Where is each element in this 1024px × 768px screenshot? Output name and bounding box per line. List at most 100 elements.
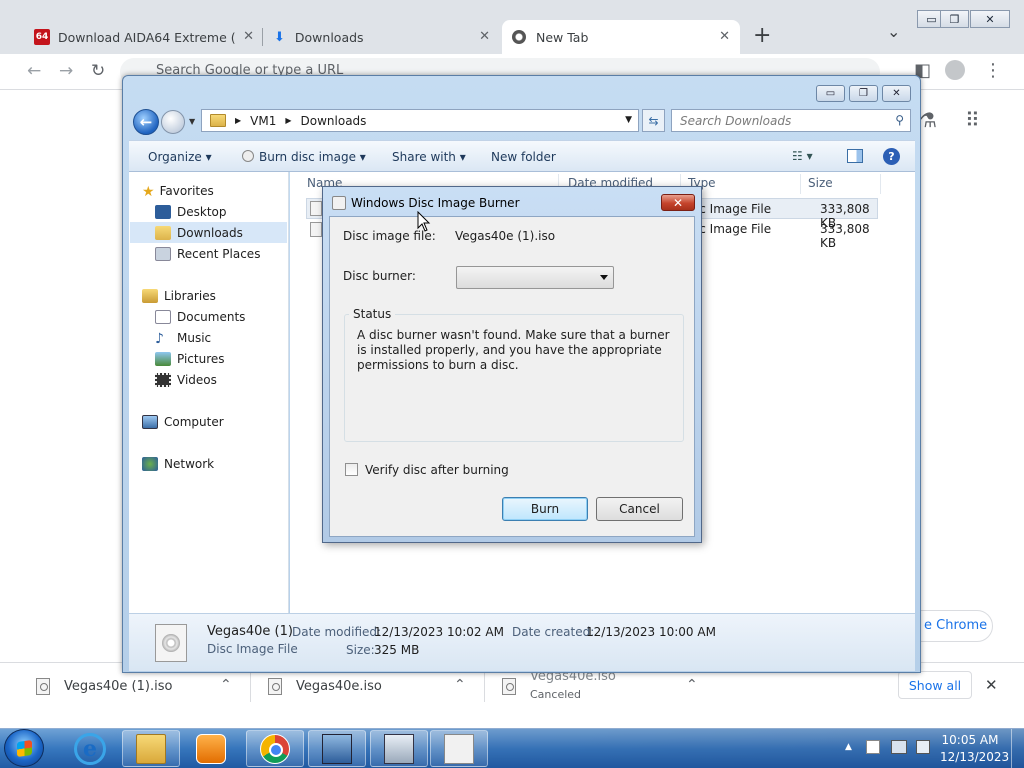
- action-center-flag-icon[interactable]: [866, 740, 880, 754]
- customize-label: e Chrome: [924, 618, 988, 633]
- dialog-close-button[interactable]: ✕: [661, 194, 695, 211]
- file-icon: [268, 677, 282, 695]
- media-player-icon[interactable]: [196, 734, 226, 764]
- show-hidden-icons-button[interactable]: ▲: [845, 742, 852, 752]
- clock-time[interactable]: 10:05 AM: [940, 733, 1000, 747]
- nav-recent-places[interactable]: Recent Places: [155, 243, 312, 264]
- organize-menu[interactable]: Organize ▾: [148, 150, 212, 164]
- profile-avatar[interactable]: [945, 60, 965, 80]
- forward-arrow-icon[interactable]: →: [59, 61, 73, 81]
- file-icon: [36, 677, 50, 695]
- close-downloads-bar-icon[interactable]: ✕: [985, 676, 998, 694]
- maximize-button[interactable]: ❐: [849, 85, 878, 102]
- file-type: sc Image File: [693, 202, 772, 216]
- burn-disc-image-menu[interactable]: Burn disc image ▾: [259, 150, 366, 164]
- refresh-icon: ⇆: [648, 113, 659, 128]
- detail-kind: Disc Image File: [207, 642, 298, 656]
- help-icon[interactable]: ?: [883, 148, 900, 165]
- chevron-up-icon[interactable]: ⌃: [454, 677, 466, 693]
- breadcrumb-vm1[interactable]: VM1: [250, 114, 276, 128]
- back-arrow-icon[interactable]: ←: [27, 61, 41, 81]
- nav-videos[interactable]: Videos: [155, 369, 312, 390]
- network-status-icon[interactable]: [891, 740, 907, 754]
- tab-title: New Tab: [536, 29, 589, 45]
- labs-flask-icon[interactable]: ⚗: [919, 108, 937, 132]
- apps-grid-icon[interactable]: ⠿: [965, 108, 980, 132]
- dropdown-arrow-icon: [600, 275, 608, 280]
- tab-downloads[interactable]: ⬇ Downloads ✕: [264, 20, 500, 54]
- view-options-icon[interactable]: ☷ ▾: [792, 149, 813, 163]
- nav-label: Favorites: [159, 183, 214, 198]
- detail-date-modified: 12/13/2023 10:02 AM: [374, 625, 504, 639]
- file-type: sc Image File: [693, 222, 772, 236]
- nav-label: Libraries: [164, 288, 216, 303]
- verify-disc-label[interactable]: Verify disc after burning: [365, 463, 509, 477]
- breadcrumb-separator-icon[interactable]: ▶: [235, 116, 241, 125]
- close-tab-icon[interactable]: ✕: [479, 29, 490, 44]
- computer-icon: [142, 414, 158, 429]
- start-button[interactable]: [4, 729, 44, 767]
- breadcrumb-separator-icon[interactable]: ▶: [285, 116, 291, 125]
- refresh-button[interactable]: ⇆: [642, 109, 665, 132]
- tab-new-tab[interactable]: New Tab ✕: [502, 20, 740, 54]
- recent-pages-chevron-icon[interactable]: ▼: [189, 117, 195, 126]
- disc-burner-dropdown[interactable]: [456, 266, 614, 289]
- tab-aida64[interactable]: 64 Download AIDA64 Extreme (beta ✕: [24, 20, 264, 54]
- close-window-button[interactable]: ✕: [970, 10, 1010, 28]
- file-size: 333,808 KB: [820, 222, 870, 250]
- chevron-up-icon[interactable]: ⌃: [686, 677, 698, 693]
- chevron-up-icon[interactable]: ⌃: [220, 677, 232, 693]
- close-button[interactable]: ✕: [882, 85, 911, 102]
- nav-downloads[interactable]: Downloads: [130, 222, 287, 243]
- cancel-button[interactable]: Cancel: [596, 497, 683, 521]
- nav-label: Documents: [177, 309, 246, 324]
- breadcrumb-downloads[interactable]: Downloads: [301, 114, 367, 128]
- music-note-icon: ♪: [155, 330, 164, 347]
- new-tab-button[interactable]: +: [753, 23, 771, 48]
- internet-explorer-icon[interactable]: e: [74, 733, 106, 765]
- show-all-button[interactable]: Show all: [898, 671, 972, 699]
- chrome-favicon-icon: [512, 30, 526, 44]
- tab-search-icon[interactable]: ⌄: [887, 22, 900, 41]
- burn-button[interactable]: Burn: [502, 497, 588, 521]
- aida64-favicon-icon: 64: [34, 29, 50, 45]
- new-folder-button[interactable]: New folder: [491, 150, 556, 164]
- detail-size: 325 MB: [374, 643, 420, 657]
- address-bar[interactable]: ▶ VM1 ▶ Downloads ▼: [201, 109, 639, 132]
- videos-icon: [155, 372, 171, 387]
- nav-desktop[interactable]: Desktop: [155, 201, 312, 222]
- reload-icon[interactable]: ↻: [91, 61, 105, 81]
- burn-button-label: Burn: [530, 502, 560, 516]
- share-with-menu[interactable]: Share with ▾: [392, 150, 466, 164]
- nav-music[interactable]: ♪ Music: [155, 327, 312, 348]
- search-input[interactable]: Search Downloads ⚲: [671, 109, 911, 132]
- column-divider: [800, 174, 801, 194]
- back-button[interactable]: ←: [133, 109, 159, 135]
- clock-date[interactable]: 12/13/2023: [940, 750, 1009, 764]
- column-size[interactable]: Size: [808, 176, 833, 190]
- nav-pictures[interactable]: Pictures: [155, 348, 312, 369]
- preview-pane-icon[interactable]: [847, 149, 863, 163]
- verify-disc-checkbox[interactable]: [345, 463, 358, 476]
- maximize-button[interactable]: ❐: [940, 10, 969, 28]
- forward-button[interactable]: [161, 110, 185, 134]
- menu-kebab-icon[interactable]: ⋮: [984, 60, 1002, 81]
- volume-muted-icon[interactable]: [916, 740, 930, 754]
- show-all-label: Show all: [908, 677, 962, 693]
- disc-burner-icon: [332, 196, 346, 210]
- chrome-icon: [260, 734, 290, 764]
- detail-filename: Vegas40e (1): [207, 624, 293, 639]
- show-desktop-button[interactable]: [1011, 729, 1024, 768]
- disc-image-burner-dialog: Windows Disc Image Burner ✕ Disc image f…: [322, 186, 702, 543]
- nav-favorites[interactable]: ★ Favorites: [142, 180, 299, 201]
- nav-network[interactable]: Network: [142, 453, 299, 474]
- nav-libraries[interactable]: Libraries: [142, 285, 299, 306]
- address-dropdown-icon[interactable]: ▼: [625, 115, 632, 125]
- close-tab-icon[interactable]: ✕: [719, 29, 730, 44]
- nav-documents[interactable]: Documents: [155, 306, 312, 327]
- close-icon: ✕: [985, 12, 995, 26]
- minimize-button[interactable]: ▭: [816, 85, 845, 102]
- nav-computer[interactable]: Computer: [142, 411, 299, 432]
- download-text: Vegas40e.iso Canceled: [530, 668, 616, 704]
- close-tab-icon[interactable]: ✕: [243, 29, 254, 44]
